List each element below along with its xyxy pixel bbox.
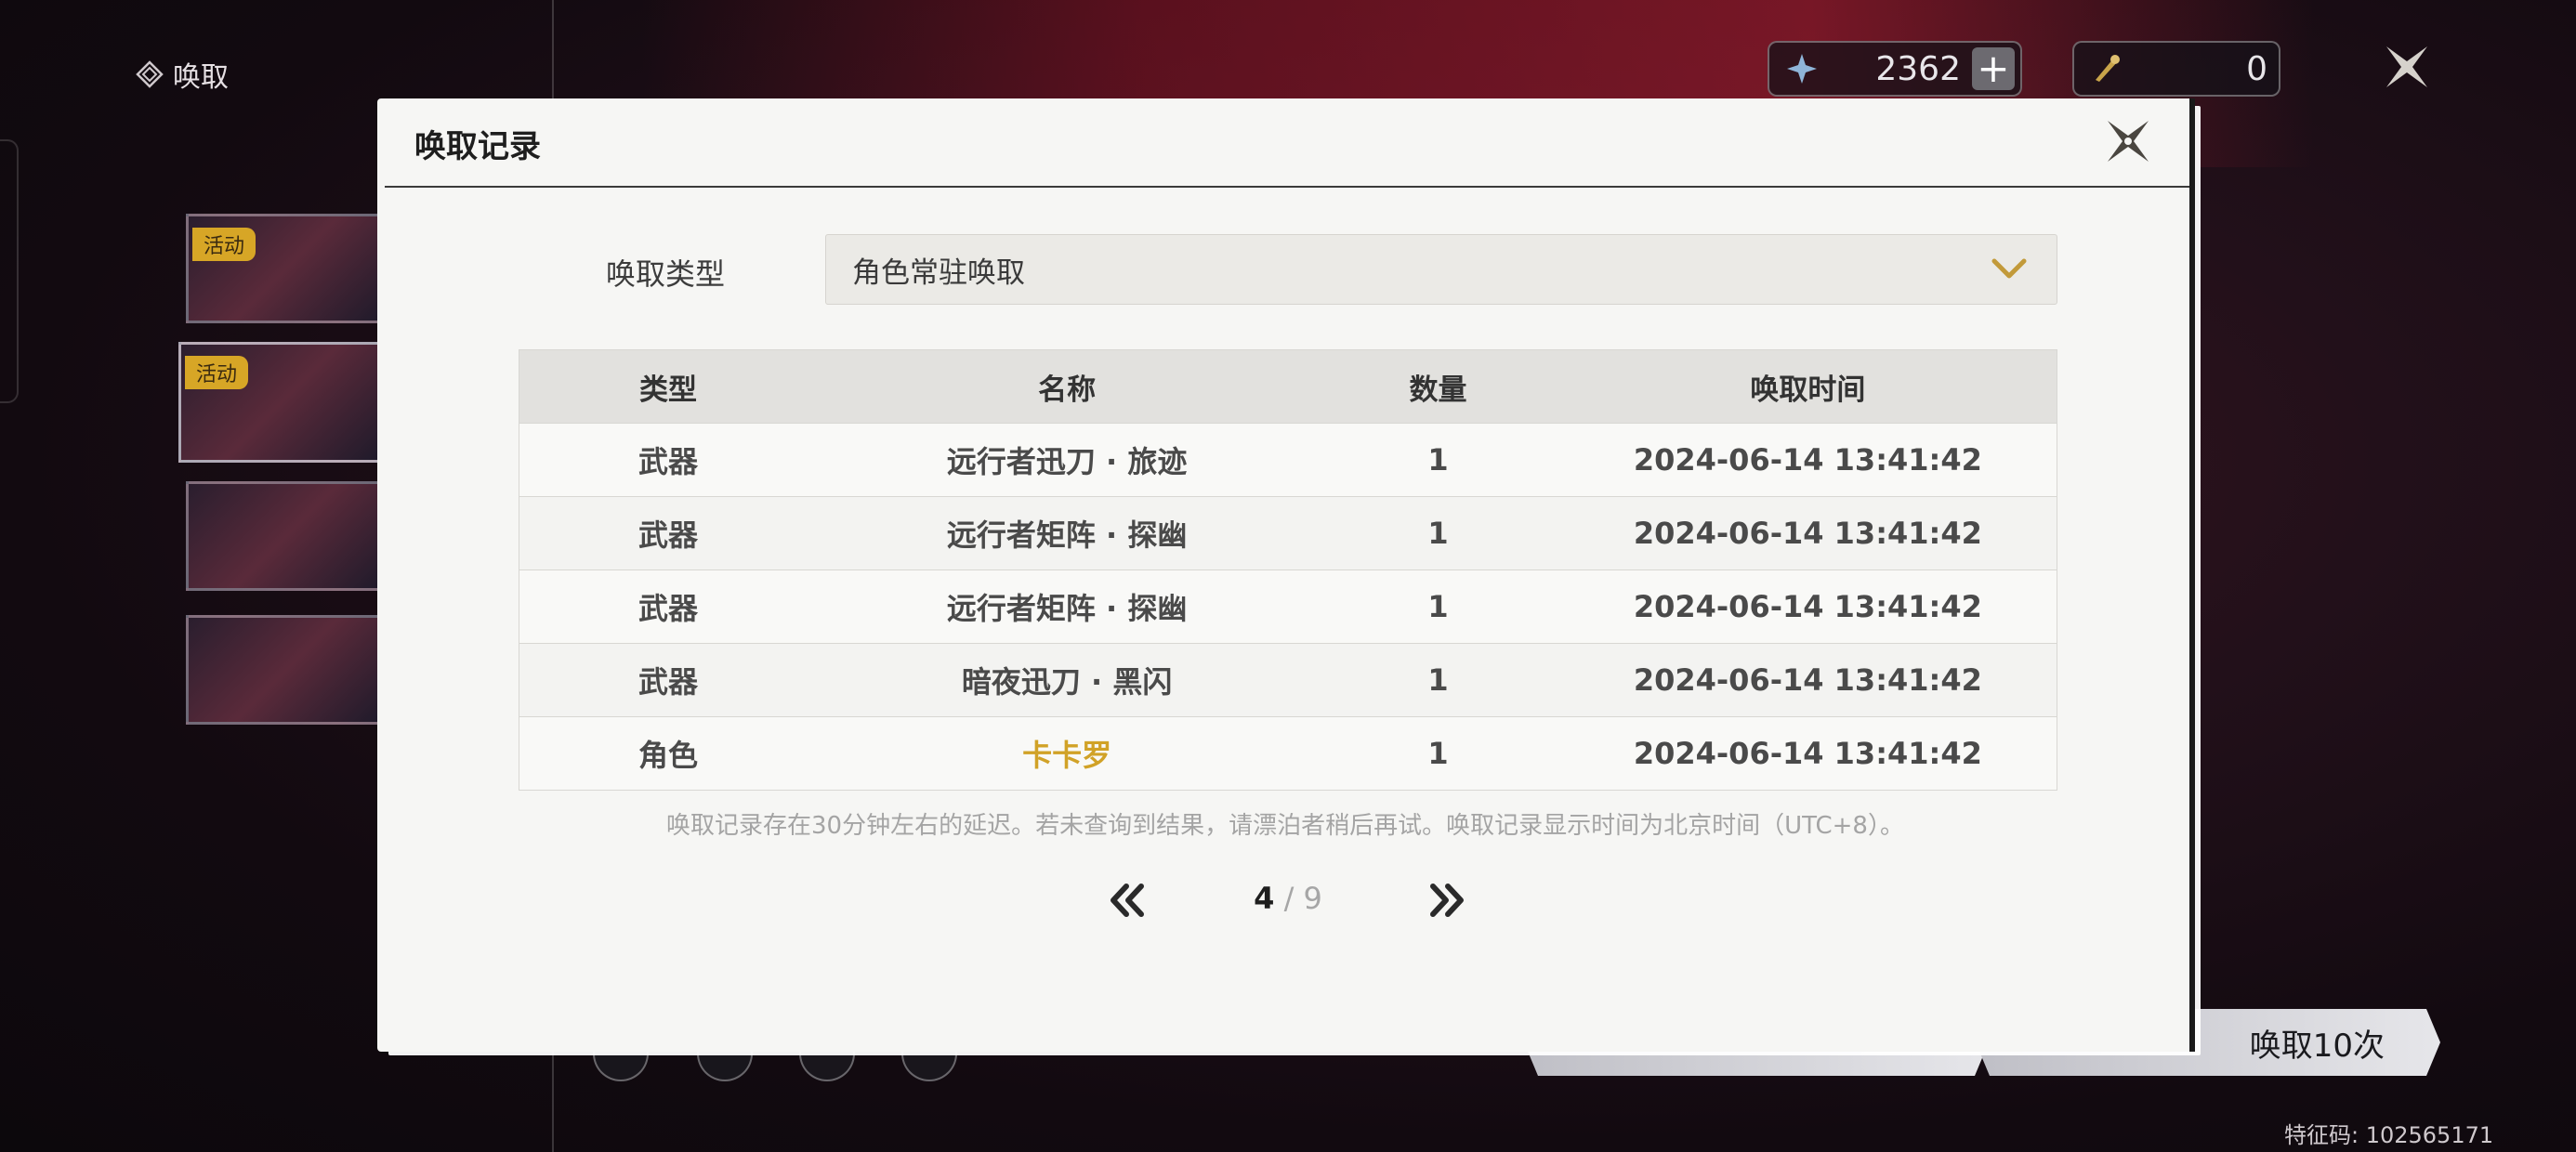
table-row: 武器 远行者矩阵 · 探幽 1 2024-06-14 13:41:42 (519, 496, 2057, 570)
convene-icon (136, 60, 164, 88)
cell-quantity: 1 (1317, 716, 1559, 791)
banner-tab-1[interactable]: 活动 (186, 214, 387, 323)
cell-quantity: 1 (1317, 496, 1559, 570)
astrite-amount: 2362 (1875, 49, 1961, 88)
cell-time: 2024-06-14 13:41:42 (1558, 643, 2057, 717)
cell-name: 远行者矩阵 · 探幽 (816, 496, 1318, 570)
cell-name: 远行者迅刀 · 旅迹 (816, 423, 1318, 497)
convene-type-dropdown[interactable]: 角色常驻唤取 (825, 234, 2057, 305)
cell-time: 2024-06-14 13:41:42 (1558, 496, 2057, 570)
tide-icon (2085, 47, 2128, 90)
dialog-title: 唤取记录 (414, 128, 541, 165)
pull-10-label: 唤取10次 (2249, 1027, 2385, 1065)
astrite-counter: 2362 + (1768, 41, 2022, 97)
cell-type: 角色 (519, 716, 817, 791)
event-badge: 活动 (185, 356, 249, 389)
table-row: 武器 远行者矩阵 · 探幽 1 2024-06-14 13:41:42 (519, 569, 2057, 644)
cell-type: 武器 (519, 643, 817, 717)
tide-counter: 0 (2072, 41, 2280, 97)
current-page: 4 (1254, 881, 1275, 916)
banner-tab-4[interactable] (186, 615, 387, 725)
device-id: 特征码: 102565171 (2284, 1122, 2494, 1148)
column-header-time: 唤取时间 (1558, 349, 2057, 424)
table-header: 类型 名称 数量 唤取时间 (519, 349, 2057, 424)
table-row: 武器 远行者迅刀 · 旅迹 1 2024-06-14 13:41:42 (519, 423, 2057, 497)
history-table: 类型 名称 数量 唤取时间 武器 远行者迅刀 · 旅迹 1 2024-06-14… (519, 349, 2057, 791)
cell-name: 暗夜迅刀 · 黑闪 (816, 643, 1318, 717)
cell-time: 2024-06-14 13:41:42 (1558, 423, 2057, 497)
dialog-header: 唤取记录 (385, 98, 2193, 188)
left-edge-handle (0, 139, 19, 403)
banner-tab-2[interactable]: 活动 (178, 342, 385, 463)
cell-type: 武器 (519, 496, 817, 570)
cell-time: 2024-06-14 13:41:42 (1558, 569, 2057, 644)
close-page-icon[interactable] (2379, 39, 2435, 95)
banner-tab-3[interactable] (186, 481, 387, 591)
cell-quantity: 1 (1317, 569, 1559, 644)
dialog-edge (2189, 98, 2195, 1052)
event-badge: 活动 (192, 228, 256, 261)
column-header-quantity: 数量 (1317, 349, 1559, 424)
cell-time: 2024-06-14 13:41:42 (1558, 716, 2057, 791)
tide-amount: 0 (2246, 49, 2267, 88)
astrite-icon (1781, 47, 1823, 90)
close-dialog-icon[interactable] (2102, 115, 2154, 167)
column-header-type: 类型 (519, 349, 817, 424)
previous-page-icon[interactable] (1104, 877, 1150, 923)
convene-type-label: 唤取类型 (606, 256, 726, 292)
cell-name-5star: 卡卡罗 (816, 716, 1318, 791)
cell-name: 远行者矩阵 · 探幽 (816, 569, 1318, 644)
convene-type-value: 角色常驻唤取 (852, 255, 1025, 290)
add-currency-button[interactable]: + (1972, 47, 2015, 90)
page-title: 唤取 (136, 54, 229, 95)
page-indicator: 4 / 9 (1214, 881, 1362, 916)
cell-quantity: 1 (1317, 643, 1559, 717)
total-pages: 9 (1303, 881, 1322, 916)
convene-history-dialog: 唤取记录 唤取类型 角色常驻唤取 类型 名称 数量 唤取时间 武器 远行者迅刀 … (377, 98, 2193, 1052)
pagination: 4 / 9 (377, 868, 2193, 933)
cell-quantity: 1 (1317, 423, 1559, 497)
delay-notice: 唤取记录存在30分钟左右的延迟。若未查询到结果，请漂泊者稍后再试。唤取记录显示时… (666, 812, 1904, 840)
cell-type: 武器 (519, 569, 817, 644)
table-row: 角色 卡卡罗 1 2024-06-14 13:41:42 (519, 716, 2057, 791)
table-row: 武器 暗夜迅刀 · 黑闪 1 2024-06-14 13:41:42 (519, 643, 2057, 717)
cell-type: 武器 (519, 423, 817, 497)
column-header-name: 名称 (816, 349, 1318, 424)
next-page-icon[interactable] (1424, 877, 1470, 923)
page-separator: / (1274, 881, 1304, 916)
chevron-down-icon (1986, 246, 2032, 293)
page-title-text: 唤取 (173, 61, 229, 94)
